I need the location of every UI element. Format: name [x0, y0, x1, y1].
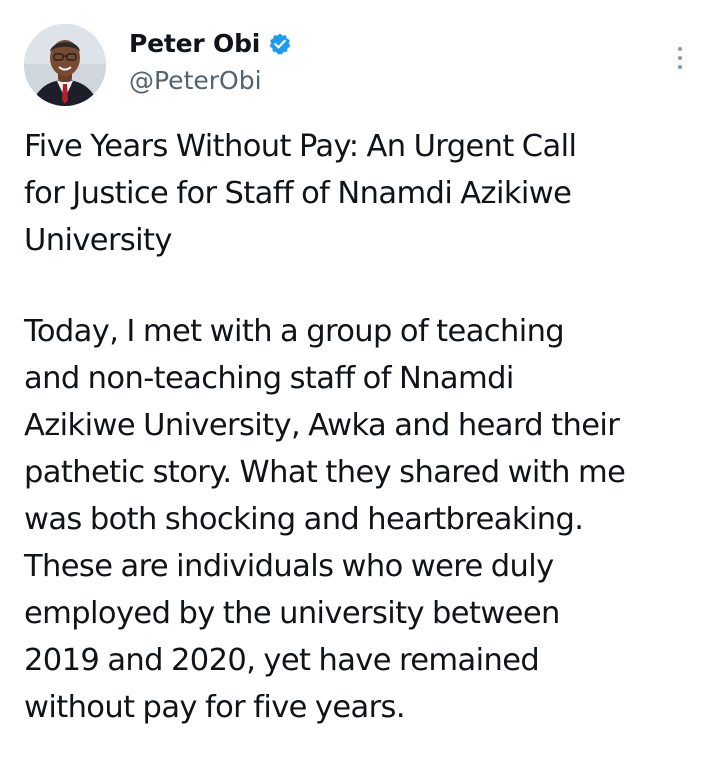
author-name-row: Peter Obi: [129, 28, 292, 60]
author-handle[interactable]: @PeterObi: [129, 66, 262, 96]
verified-badge-icon: [268, 32, 292, 56]
more-vertical-icon[interactable]: [668, 40, 692, 76]
tweet-card: Peter Obi @PeterObi Five Years Without P…: [0, 0, 720, 761]
tweet-body-text: Today, I met with a group of teaching an…: [24, 314, 626, 725]
avatar[interactable]: [24, 24, 106, 106]
menu-dot: [678, 56, 682, 60]
menu-dot: [678, 65, 682, 69]
author-display-name[interactable]: Peter Obi: [129, 28, 260, 60]
avatar-image: [24, 24, 106, 106]
menu-dot: [678, 47, 682, 51]
tweet-title-text: Five Years Without Pay: An Urgent Call f…: [24, 129, 577, 258]
